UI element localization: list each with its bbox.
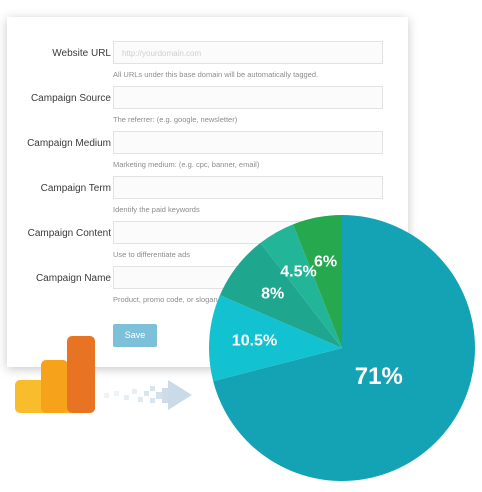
website-url-help: All URLs under this base domain will be …	[113, 70, 319, 79]
campaign-source-help: The referrer: (e.g. google, newsletter)	[113, 115, 238, 124]
pie-label-1: 10.5%	[232, 333, 277, 350]
right-arrow-icon	[104, 380, 192, 410]
campaign-content-label: Campaign Content	[27, 228, 111, 239]
campaign-medium-label: Campaign Medium	[27, 138, 111, 149]
pie-chart: 71% 10.5% 8% 4.5%6%	[209, 215, 475, 481]
campaign-term-input[interactable]	[113, 176, 383, 199]
save-button[interactable]: Save	[113, 324, 157, 347]
website-url-input[interactable]: http://yourdomain.com	[113, 41, 383, 64]
pie-label-4: 6%	[314, 253, 337, 270]
logo-tall-bar	[67, 336, 95, 413]
pie-label-3: 4.5%	[280, 263, 316, 280]
website-url-label: Website URL	[52, 48, 111, 59]
campaign-source-label: Campaign Source	[30, 93, 111, 104]
campaign-medium-input[interactable]	[113, 131, 383, 154]
campaign-content-help: Use to differentiate ads	[113, 250, 190, 259]
pie-label-2: 8%	[261, 286, 284, 303]
campaign-name-label: Campaign Name	[35, 273, 111, 284]
campaign-term-help: Identify the paid keywords	[113, 205, 200, 214]
campaign-medium-help: Marketing medium: (e.g. cpc, banner, ema…	[113, 160, 260, 169]
logo-mid-bar	[41, 360, 68, 413]
campaign-source-input[interactable]	[113, 86, 383, 109]
google-analytics-logo	[15, 336, 95, 413]
pie-label-0: 71%	[355, 363, 403, 390]
campaign-term-label: Campaign Term	[40, 183, 111, 194]
